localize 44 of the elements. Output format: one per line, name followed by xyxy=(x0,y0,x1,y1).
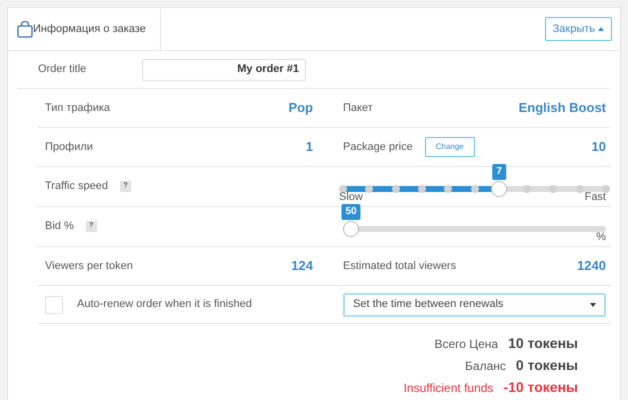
checkbox-label: Auto-renew order when it is finished xyxy=(77,297,252,312)
slider-tick xyxy=(470,184,478,192)
close-button[interactable]: Закрыть xyxy=(544,17,612,41)
field-value: 124 xyxy=(291,257,313,276)
field-label: Bid % xyxy=(45,219,74,234)
field-value: 10 xyxy=(592,138,606,156)
field-label: Тип трафика xyxy=(45,100,110,116)
slider-tick xyxy=(418,184,426,192)
field-label: Package price xyxy=(343,140,413,155)
field-value: 1240 xyxy=(577,257,606,276)
field-value: 1 xyxy=(306,138,313,156)
field-label: Пакет xyxy=(343,100,373,116)
max-label: Fast xyxy=(584,190,606,204)
slider-thumb[interactable] xyxy=(491,180,508,196)
summary-label: Баланс xyxy=(465,358,506,375)
field-value: English Boost xyxy=(518,99,606,118)
renewal-select[interactable]: Set the time between renewals xyxy=(343,292,606,316)
summary-value: -10 токены xyxy=(503,378,578,397)
field-label: Order title xyxy=(38,62,88,78)
panel-title: Информация о заказе xyxy=(33,22,146,37)
slider-tick xyxy=(392,184,400,192)
slider-tick xyxy=(444,184,452,192)
order-title-field[interactable]: My order #1 xyxy=(142,58,306,80)
value-badge: 50 xyxy=(341,204,361,220)
caret-up-icon xyxy=(598,27,604,31)
dropdown-arrow-icon xyxy=(590,302,596,306)
summary-value: 0 токены xyxy=(516,356,578,375)
field-label: Профили xyxy=(45,140,93,155)
value-badge: 7 xyxy=(492,164,506,180)
summary-label: Всего Цена xyxy=(434,336,498,353)
summary-value: 10 токены xyxy=(508,334,578,353)
summary-label: Insufficient funds xyxy=(404,380,494,397)
change-button[interactable]: Change xyxy=(424,137,475,157)
slider-thumb[interactable] xyxy=(343,220,359,236)
field-label: Viewers per token xyxy=(45,258,133,274)
max-label: % xyxy=(596,230,606,244)
checkbox[interactable] xyxy=(45,296,63,314)
slider-tick xyxy=(365,184,374,192)
slider-tick xyxy=(339,184,347,192)
field-label: Traffic speed xyxy=(45,179,108,194)
shopping-bag-icon xyxy=(17,20,33,38)
field-value: Pop xyxy=(288,99,313,118)
field-label: Estimated total viewers xyxy=(343,258,456,274)
min-label: Slow xyxy=(339,190,363,204)
